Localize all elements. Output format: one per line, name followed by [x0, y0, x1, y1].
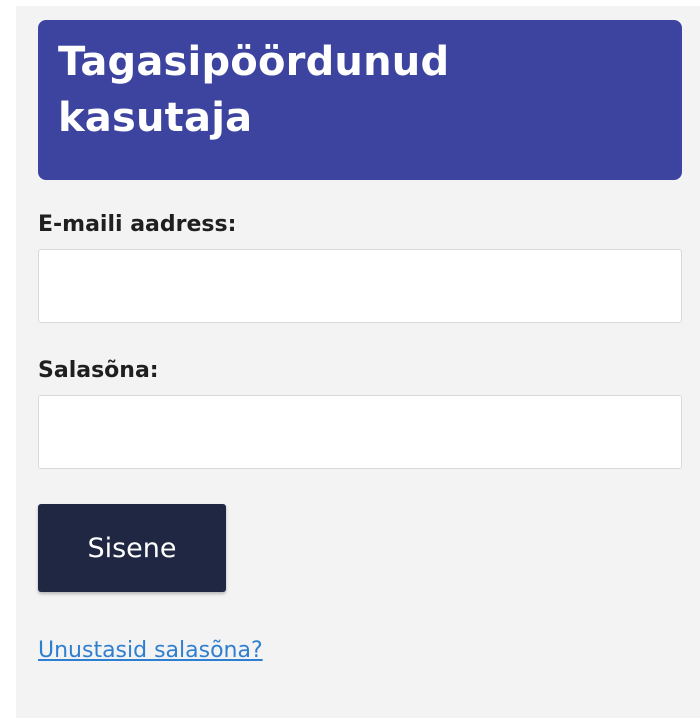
password-label: Salasõna:	[38, 358, 159, 383]
forgot-password-link[interactable]: Unustasid salasõna?	[38, 638, 263, 663]
email-label: E-maili aadress:	[38, 212, 237, 237]
login-title-line-1: Tagasipöördunud	[58, 39, 450, 85]
sign-in-button[interactable]: Sisene	[38, 504, 226, 592]
login-panel: Tagasipöördunud kasutaja E-maili aadress…	[16, 6, 700, 718]
email-input[interactable]	[38, 249, 682, 323]
login-title-line-2: kasutaja	[58, 95, 253, 141]
password-input[interactable]	[38, 395, 682, 469]
login-header: Tagasipöördunud kasutaja	[38, 20, 682, 180]
